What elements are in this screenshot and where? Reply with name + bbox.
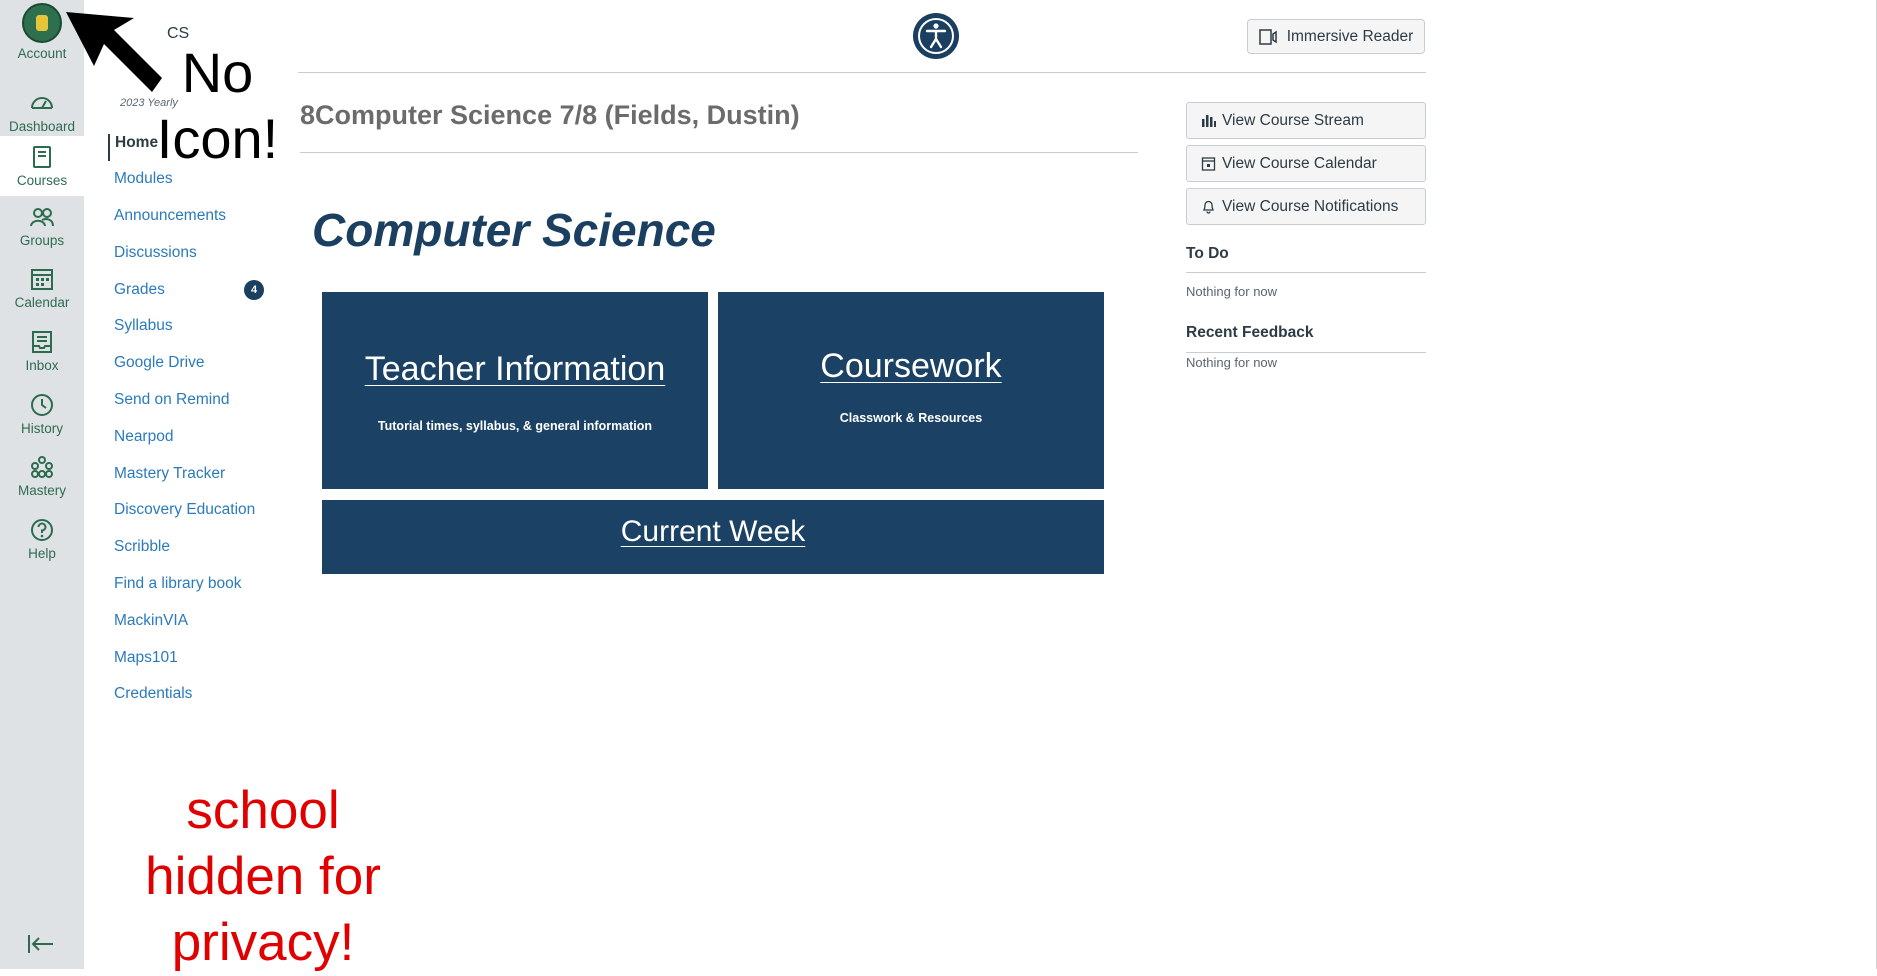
todo-divider (1186, 272, 1426, 273)
stream-chart-icon (1202, 115, 1216, 127)
view-course-stream-button[interactable]: View Course Stream (1186, 102, 1426, 139)
global-nav-courses[interactable]: Courses (0, 136, 84, 196)
global-nav-groups-label: Groups (19, 233, 65, 248)
calendar-small-icon (1201, 157, 1216, 171)
help-icon (31, 519, 53, 541)
groups-icon (30, 208, 54, 227)
todo-heading: To Do (1186, 245, 1229, 262)
current-week-title[interactable]: Current Week (322, 515, 1104, 549)
page-heading: Computer Science (312, 204, 716, 256)
mastery-icon (31, 456, 53, 478)
global-nav-help-label: Help (28, 546, 56, 561)
collapse-nav-icon[interactable] (26, 932, 56, 956)
teacher-information-tile[interactable]: Teacher Information Tutorial times, syll… (322, 292, 708, 489)
account-avatar-icon (22, 3, 62, 43)
history-icon (31, 394, 53, 416)
recent-feedback-empty-text: Nothing for now (1186, 355, 1278, 370)
course-nav-scribble[interactable]: Scribble (114, 538, 170, 556)
view-course-notifications-button[interactable]: View Course Notifications (1186, 188, 1426, 225)
course-nav-discovery-education[interactable]: Discovery Education (114, 501, 255, 519)
global-nav-calendar[interactable]: Calendar (0, 258, 84, 318)
inbox-icon (32, 331, 52, 353)
immersive-reader-button[interactable]: Immersive Reader (1247, 19, 1425, 54)
course-title: 8Computer Science 7/8 (Fields, Dustin) (300, 100, 800, 130)
course-nav-announcements[interactable]: Announcements (114, 207, 226, 225)
course-nav-credentials[interactable]: Credentials (114, 685, 192, 703)
course-nav-send-on-remind[interactable]: Send on Remind (114, 391, 229, 409)
header-divider (298, 72, 1426, 73)
global-nav-mastery[interactable]: Mastery (0, 446, 84, 506)
courses-icon (33, 146, 51, 168)
course-nav-grades[interactable]: Grades (114, 281, 165, 299)
todo-empty-text: Nothing for now (1186, 284, 1278, 299)
coursework-subtitle: Classwork & Resources (839, 411, 983, 425)
global-nav-history-label: History (20, 421, 63, 436)
global-nav-mastery-label: Mastery (17, 483, 66, 498)
global-nav-calendar-label: Calendar (14, 295, 70, 310)
global-nav-inbox-label: Inbox (25, 358, 59, 373)
course-nav-modules[interactable]: Modules (114, 170, 173, 188)
course-nav-mastery-tracker[interactable]: Mastery Tracker (114, 465, 225, 483)
coursework-tile[interactable]: Coursework Classwork & Resources (718, 292, 1104, 489)
course-nav-syllabus[interactable]: Syllabus (114, 317, 173, 335)
view-course-calendar-label: View Course Calendar (1222, 154, 1377, 172)
global-nav: Account Dashboard Courses Groups Calenda… (0, 0, 84, 969)
teacher-information-subtitle: Tutorial times, syllabus, & general info… (377, 419, 653, 433)
course-nav-discussions[interactable]: Discussions (114, 244, 197, 262)
teacher-information-title[interactable]: Teacher Information (322, 350, 708, 389)
immersive-reader-label: Immersive Reader (1286, 27, 1414, 45)
accessibility-icon[interactable] (913, 13, 959, 59)
global-nav-account-label: Account (17, 46, 67, 61)
view-course-calendar-button[interactable]: View Course Calendar (1186, 145, 1426, 182)
coursework-title[interactable]: Coursework (718, 347, 1104, 386)
grades-count-badge: 4 (244, 280, 264, 300)
course-nav-nearpod[interactable]: Nearpod (114, 428, 173, 446)
recent-feedback-heading: Recent Feedback (1186, 324, 1314, 341)
active-item-marker (108, 134, 110, 161)
course-nav-mackinvia[interactable]: MackinVIA (114, 612, 188, 630)
current-week-tile[interactable]: Current Week (322, 500, 1104, 574)
recent-feedback-divider (1186, 352, 1426, 353)
bell-icon (1202, 200, 1215, 214)
course-nav-google-drive[interactable]: Google Drive (114, 354, 204, 372)
annotation-privacy: school hidden for privacy! (145, 781, 381, 972)
immersive-reader-icon (1258, 28, 1277, 45)
global-nav-help[interactable]: Help (0, 509, 84, 569)
view-course-notifications-label: View Course Notifications (1222, 197, 1399, 215)
calendar-icon (31, 269, 53, 290)
annotation-no-icon: No Icon! (156, 41, 279, 170)
global-nav-groups[interactable]: Groups (0, 196, 84, 256)
dashboard-icon (31, 97, 53, 109)
course-nav-find-library-book[interactable]: Find a library book (114, 575, 242, 593)
course-nav-maps101[interactable]: Maps101 (114, 649, 178, 667)
title-divider (300, 152, 1138, 153)
global-nav-history[interactable]: History (0, 384, 84, 444)
global-nav-inbox[interactable]: Inbox (0, 321, 84, 381)
view-course-stream-label: View Course Stream (1222, 111, 1364, 129)
global-nav-dashboard-label: Dashboard (8, 119, 76, 134)
global-nav-courses-label: Courses (16, 173, 68, 188)
